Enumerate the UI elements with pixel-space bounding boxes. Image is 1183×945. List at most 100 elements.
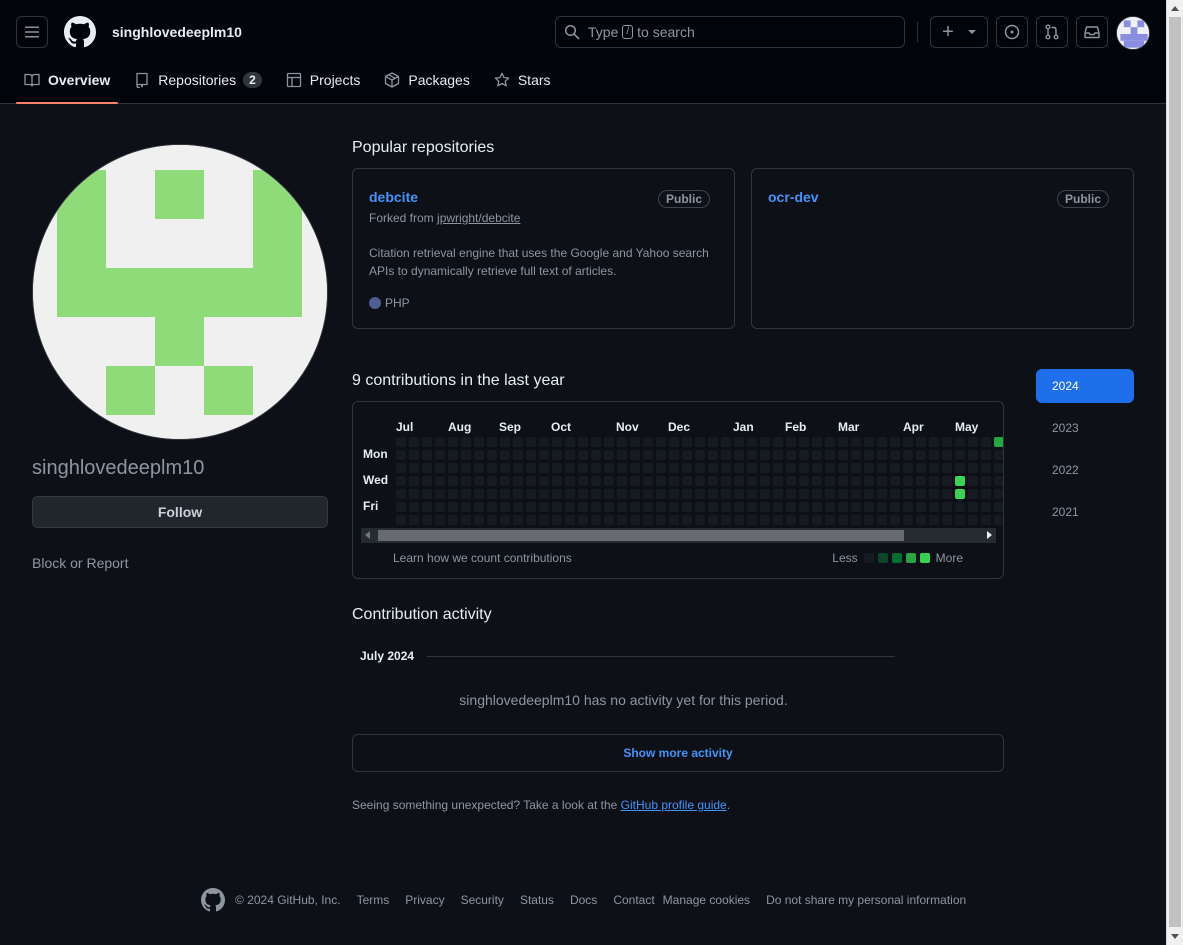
contribution-day-cell[interactable] xyxy=(747,515,757,525)
contribution-day-cell[interactable] xyxy=(773,437,783,447)
contribution-day-cell[interactable] xyxy=(448,450,458,460)
contribution-day-cell[interactable] xyxy=(396,515,406,525)
contribution-day-cell[interactable] xyxy=(604,463,614,473)
contribution-day-cell[interactable] xyxy=(929,515,939,525)
contribution-day-cell[interactable] xyxy=(513,502,523,512)
contribution-day-cell[interactable] xyxy=(877,437,887,447)
contribution-day-cell[interactable] xyxy=(435,450,445,460)
contribution-day-cell[interactable] xyxy=(565,450,575,460)
contribution-day-cell[interactable] xyxy=(448,489,458,499)
contribution-day-cell[interactable] xyxy=(448,463,458,473)
contribution-day-cell[interactable] xyxy=(851,463,861,473)
contribution-day-cell[interactable] xyxy=(929,489,939,499)
contribution-day-cell[interactable] xyxy=(708,502,718,512)
contribution-day-cell[interactable] xyxy=(604,489,614,499)
contribution-day-cell[interactable] xyxy=(760,502,770,512)
contribution-day-cell[interactable] xyxy=(396,463,406,473)
contribution-day-cell[interactable] xyxy=(916,489,926,499)
contribution-day-cell[interactable] xyxy=(773,476,783,486)
contribution-day-cell[interactable] xyxy=(851,489,861,499)
contribution-day-cell[interactable] xyxy=(760,450,770,460)
contribution-day-cell[interactable] xyxy=(656,515,666,525)
contribution-day-cell[interactable] xyxy=(916,437,926,447)
tab-packages[interactable]: Packages xyxy=(376,64,477,96)
contribution-day-cell[interactable] xyxy=(747,489,757,499)
contribution-day-cell[interactable] xyxy=(721,463,731,473)
create-new-button[interactable]: + xyxy=(930,16,988,48)
footer-link-contact[interactable]: Contact xyxy=(613,893,654,907)
contribution-day-cell[interactable] xyxy=(422,489,432,499)
contribution-day-cell[interactable] xyxy=(695,463,705,473)
contribution-day-cell[interactable] xyxy=(409,489,419,499)
contribution-day-cell[interactable] xyxy=(760,515,770,525)
contribution-day-cell[interactable] xyxy=(630,450,640,460)
contribution-day-cell[interactable] xyxy=(955,450,965,460)
contribution-day-cell[interactable] xyxy=(682,476,692,486)
repo-name-link[interactable]: ocr-dev xyxy=(768,189,819,205)
search-input[interactable]: Type / to search xyxy=(555,16,905,48)
contribution-day-cell[interactable] xyxy=(799,450,809,460)
contribution-day-cell[interactable] xyxy=(786,450,796,460)
contribution-day-cell[interactable] xyxy=(968,515,978,525)
contribution-day-cell[interactable] xyxy=(838,489,848,499)
contribution-day-cell[interactable] xyxy=(578,476,588,486)
contribution-day-cell[interactable] xyxy=(695,476,705,486)
contribution-day-cell[interactable] xyxy=(591,437,601,447)
contribution-day-cell[interactable] xyxy=(656,450,666,460)
contribution-day-cell[interactable] xyxy=(604,437,614,447)
contribution-day-cell[interactable] xyxy=(526,463,536,473)
contribution-day-cell[interactable] xyxy=(474,515,484,525)
contribution-day-cell[interactable] xyxy=(617,437,627,447)
contribution-day-cell[interactable] xyxy=(565,463,575,473)
contribution-day-cell[interactable] xyxy=(877,450,887,460)
contribution-day-cell[interactable] xyxy=(396,437,406,447)
contribution-day-cell[interactable] xyxy=(643,489,653,499)
contribution-day-cell[interactable] xyxy=(461,450,471,460)
contribution-day-cell[interactable] xyxy=(786,476,796,486)
year-button-2023[interactable]: 2023 xyxy=(1036,411,1134,445)
contribution-day-cell[interactable] xyxy=(500,515,510,525)
page-scrollbar-thumb[interactable] xyxy=(1169,17,1181,927)
contribution-day-cell[interactable] xyxy=(942,515,952,525)
contribution-day-cell[interactable] xyxy=(864,489,874,499)
contribution-day-cell[interactable] xyxy=(890,515,900,525)
contribution-day-cell[interactable] xyxy=(721,437,731,447)
contribution-day-cell[interactable] xyxy=(487,489,497,499)
contribution-day-cell[interactable] xyxy=(981,463,991,473)
contribution-day-cell[interactable] xyxy=(942,450,952,460)
contribution-day-cell[interactable] xyxy=(838,463,848,473)
scroll-up-icon[interactable] xyxy=(1171,6,1179,11)
contribution-day-cell[interactable] xyxy=(734,515,744,525)
contribution-day-cell[interactable] xyxy=(526,450,536,460)
contribution-day-cell[interactable] xyxy=(968,489,978,499)
contribution-day-cell[interactable] xyxy=(916,515,926,525)
contribution-day-cell[interactable] xyxy=(578,437,588,447)
contribution-day-cell[interactable] xyxy=(409,515,419,525)
contribution-day-cell[interactable] xyxy=(578,489,588,499)
contribution-day-cell[interactable] xyxy=(435,463,445,473)
contribution-day-cell[interactable] xyxy=(669,463,679,473)
contribution-day-cell[interactable] xyxy=(747,463,757,473)
contribution-day-cell[interactable] xyxy=(851,502,861,512)
contribution-day-cell[interactable] xyxy=(994,489,1003,499)
contribution-day-cell[interactable] xyxy=(539,476,549,486)
contribution-day-cell[interactable] xyxy=(669,437,679,447)
contribution-day-cell[interactable] xyxy=(812,463,822,473)
contribution-day-cell[interactable] xyxy=(487,502,497,512)
contribution-day-cell[interactable] xyxy=(890,463,900,473)
contribution-day-cell[interactable] xyxy=(461,476,471,486)
contribution-day-cell[interactable] xyxy=(773,463,783,473)
contribution-day-cell[interactable] xyxy=(526,489,536,499)
contribution-day-cell[interactable] xyxy=(799,476,809,486)
follow-button[interactable]: Follow xyxy=(32,496,328,528)
contribution-day-cell[interactable] xyxy=(539,502,549,512)
contribution-day-cell[interactable] xyxy=(513,476,523,486)
contribution-day-cell[interactable] xyxy=(968,476,978,486)
contribution-day-cell[interactable] xyxy=(838,515,848,525)
contribution-day-cell[interactable] xyxy=(487,437,497,447)
contribution-day-cell[interactable] xyxy=(903,450,913,460)
contribution-day-cell[interactable] xyxy=(942,476,952,486)
contribution-day-cell[interactable] xyxy=(448,437,458,447)
scroll-left-icon[interactable] xyxy=(365,531,370,539)
contribution-day-cell[interactable] xyxy=(552,476,562,486)
